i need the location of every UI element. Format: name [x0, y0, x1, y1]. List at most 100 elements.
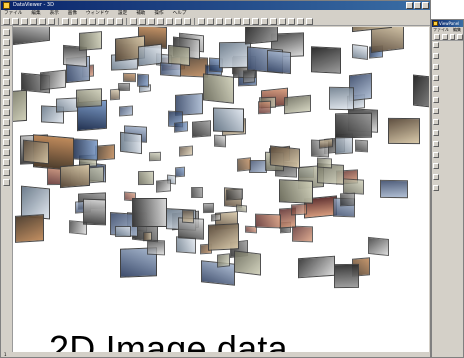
- tool-button[interactable]: [3, 69, 10, 76]
- image-thumbnail[interactable]: [235, 204, 247, 213]
- image-thumbnail[interactable]: [122, 72, 136, 82]
- tool-button[interactable]: [3, 29, 10, 36]
- image-thumbnail[interactable]: [191, 119, 211, 138]
- image-thumbnail[interactable]: [213, 107, 244, 133]
- secondary-tool-button[interactable]: [433, 174, 439, 180]
- menu-help[interactable]: ヘルプ: [173, 10, 187, 17]
- image-thumbnail[interactable]: [340, 192, 355, 207]
- image-thumbnail[interactable]: [279, 178, 314, 204]
- toolbar-button[interactable]: [130, 17, 137, 25]
- image-thumbnail[interactable]: [202, 203, 214, 214]
- menu-window[interactable]: ウィンドウ: [86, 10, 109, 17]
- tool-button[interactable]: [3, 49, 10, 56]
- tool-button[interactable]: [3, 179, 10, 186]
- image-thumbnail[interactable]: [160, 61, 181, 77]
- toolbar-button[interactable]: [39, 17, 46, 25]
- secondary-tool-button[interactable]: [433, 108, 439, 114]
- image-thumbnail[interactable]: [245, 225, 257, 235]
- maximize-button[interactable]: [414, 2, 421, 9]
- image-thumbnail[interactable]: [191, 186, 204, 198]
- image-thumbnail[interactable]: [83, 198, 106, 226]
- menu-image[interactable]: 画像: [68, 10, 77, 17]
- secondary-toolbar-button[interactable]: [434, 33, 440, 40]
- image-thumbnail[interactable]: [317, 157, 333, 169]
- menu-view[interactable]: 表示: [50, 10, 59, 17]
- image-thumbnail[interactable]: [380, 179, 408, 199]
- image-thumbnail[interactable]: [174, 166, 185, 178]
- image-thumbnail[interactable]: [255, 213, 282, 229]
- image-thumbnail[interactable]: [217, 252, 231, 267]
- secondary-titlebar[interactable]: ViewPanel: [432, 20, 463, 27]
- image-thumbnail[interactable]: [329, 86, 355, 110]
- image-thumbnail[interactable]: [13, 89, 27, 123]
- toolbar-button[interactable]: [306, 17, 313, 25]
- image-thumbnail[interactable]: [284, 94, 312, 115]
- menu-aux[interactable]: 補助: [136, 10, 145, 17]
- image-thumbnail[interactable]: [370, 27, 404, 54]
- secondary-toolbar-button[interactable]: [449, 33, 456, 40]
- image-thumbnail[interactable]: [243, 69, 255, 84]
- toolbar-button[interactable]: [270, 17, 277, 25]
- tool-button[interactable]: [3, 149, 10, 156]
- secondary-tool-button[interactable]: [433, 75, 439, 81]
- toolbar-button[interactable]: [116, 17, 123, 25]
- menu-settings[interactable]: 設定: [118, 10, 127, 17]
- image-thumbnail[interactable]: [354, 139, 368, 153]
- image-thumbnail[interactable]: [60, 164, 91, 189]
- image-thumbnail[interactable]: [207, 223, 239, 251]
- toolbar-button[interactable]: [89, 17, 96, 25]
- toolbar-button[interactable]: [243, 17, 250, 25]
- toolbar-button[interactable]: [126, 17, 127, 25]
- image-thumbnail[interactable]: [174, 121, 189, 134]
- secondary-tool-button[interactable]: [433, 86, 439, 92]
- image-thumbnail[interactable]: [333, 263, 359, 288]
- image-thumbnail[interactable]: [214, 134, 226, 148]
- image-thumbnail[interactable]: [178, 145, 193, 157]
- toolbar-button[interactable]: [157, 17, 164, 25]
- secondary-tool-button[interactable]: [433, 53, 439, 59]
- tool-button[interactable]: [3, 89, 10, 96]
- image-thumbnail[interactable]: [412, 74, 429, 109]
- toolbar-button[interactable]: [148, 17, 155, 25]
- toolbar-button[interactable]: [234, 17, 241, 25]
- toolbar-button[interactable]: [216, 17, 223, 25]
- secondary-toolbar-button[interactable]: [441, 33, 448, 40]
- image-thumbnail[interactable]: [368, 236, 390, 256]
- toolbar-button[interactable]: [80, 17, 87, 25]
- tool-button[interactable]: [3, 119, 10, 126]
- secondary-toolbar-button[interactable]: [457, 33, 463, 40]
- image-thumbnail[interactable]: [13, 27, 51, 46]
- image-thumbnail[interactable]: [311, 46, 341, 74]
- toolbar-button[interactable]: [252, 17, 259, 25]
- menu-operation[interactable]: 操作: [154, 10, 163, 17]
- toolbar-button[interactable]: [288, 17, 295, 25]
- tool-button[interactable]: [3, 59, 10, 66]
- image-thumbnail[interactable]: [292, 225, 313, 243]
- image-thumbnail[interactable]: [318, 138, 333, 149]
- secondary-tool-button[interactable]: [433, 130, 439, 136]
- toolbar-button[interactable]: [207, 17, 214, 25]
- image-thumbnail[interactable]: [136, 73, 149, 88]
- image-thumbnail[interactable]: [388, 118, 420, 145]
- image-thumbnail[interactable]: [137, 170, 154, 185]
- secondary-tool-button[interactable]: [433, 185, 439, 191]
- image-thumbnail[interactable]: [79, 30, 102, 51]
- toolbar-button[interactable]: [184, 17, 191, 25]
- image-thumbnail[interactable]: [202, 72, 234, 103]
- toolbar-button[interactable]: [107, 17, 114, 25]
- image-thumbnail[interactable]: [234, 250, 262, 276]
- image-thumbnail[interactable]: [334, 112, 372, 139]
- image-canvas[interactable]: 2D Image data: [13, 27, 429, 356]
- image-thumbnail[interactable]: [269, 145, 300, 169]
- image-thumbnail[interactable]: [147, 239, 166, 255]
- tool-button[interactable]: [3, 39, 10, 46]
- tool-button[interactable]: [3, 99, 10, 106]
- image-thumbnail[interactable]: [155, 178, 171, 193]
- image-thumbnail[interactable]: [237, 157, 252, 172]
- image-thumbnail[interactable]: [297, 256, 335, 279]
- tool-button[interactable]: [3, 139, 10, 146]
- toolbar-button[interactable]: [98, 17, 105, 25]
- image-thumbnail[interactable]: [55, 97, 79, 114]
- secondary-tool-button[interactable]: [433, 152, 439, 158]
- image-thumbnail[interactable]: [291, 203, 307, 216]
